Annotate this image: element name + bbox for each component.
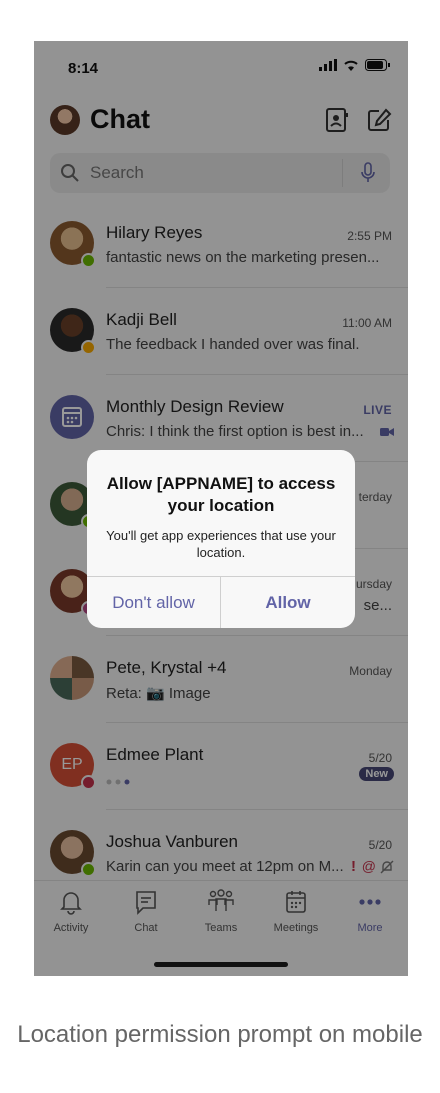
- phone-screen: 8:14 Chat Search Hilary Reyes 2:55 PM fa…: [34, 41, 408, 976]
- home-indicator[interactable]: [154, 962, 288, 967]
- location-permission-dialog: Allow [APPNAME] to access your location …: [87, 450, 355, 628]
- figure-caption: Location permission prompt on mobile: [17, 1021, 423, 1048]
- dialog-title: Allow [APPNAME] to access your location: [106, 474, 336, 515]
- allow-button[interactable]: Allow: [221, 577, 355, 628]
- dialog-message: You'll get app experiences that use your…: [106, 528, 336, 560]
- dont-allow-button[interactable]: Don't allow: [87, 577, 221, 628]
- dialog-buttons: Don't allow Allow: [87, 576, 355, 628]
